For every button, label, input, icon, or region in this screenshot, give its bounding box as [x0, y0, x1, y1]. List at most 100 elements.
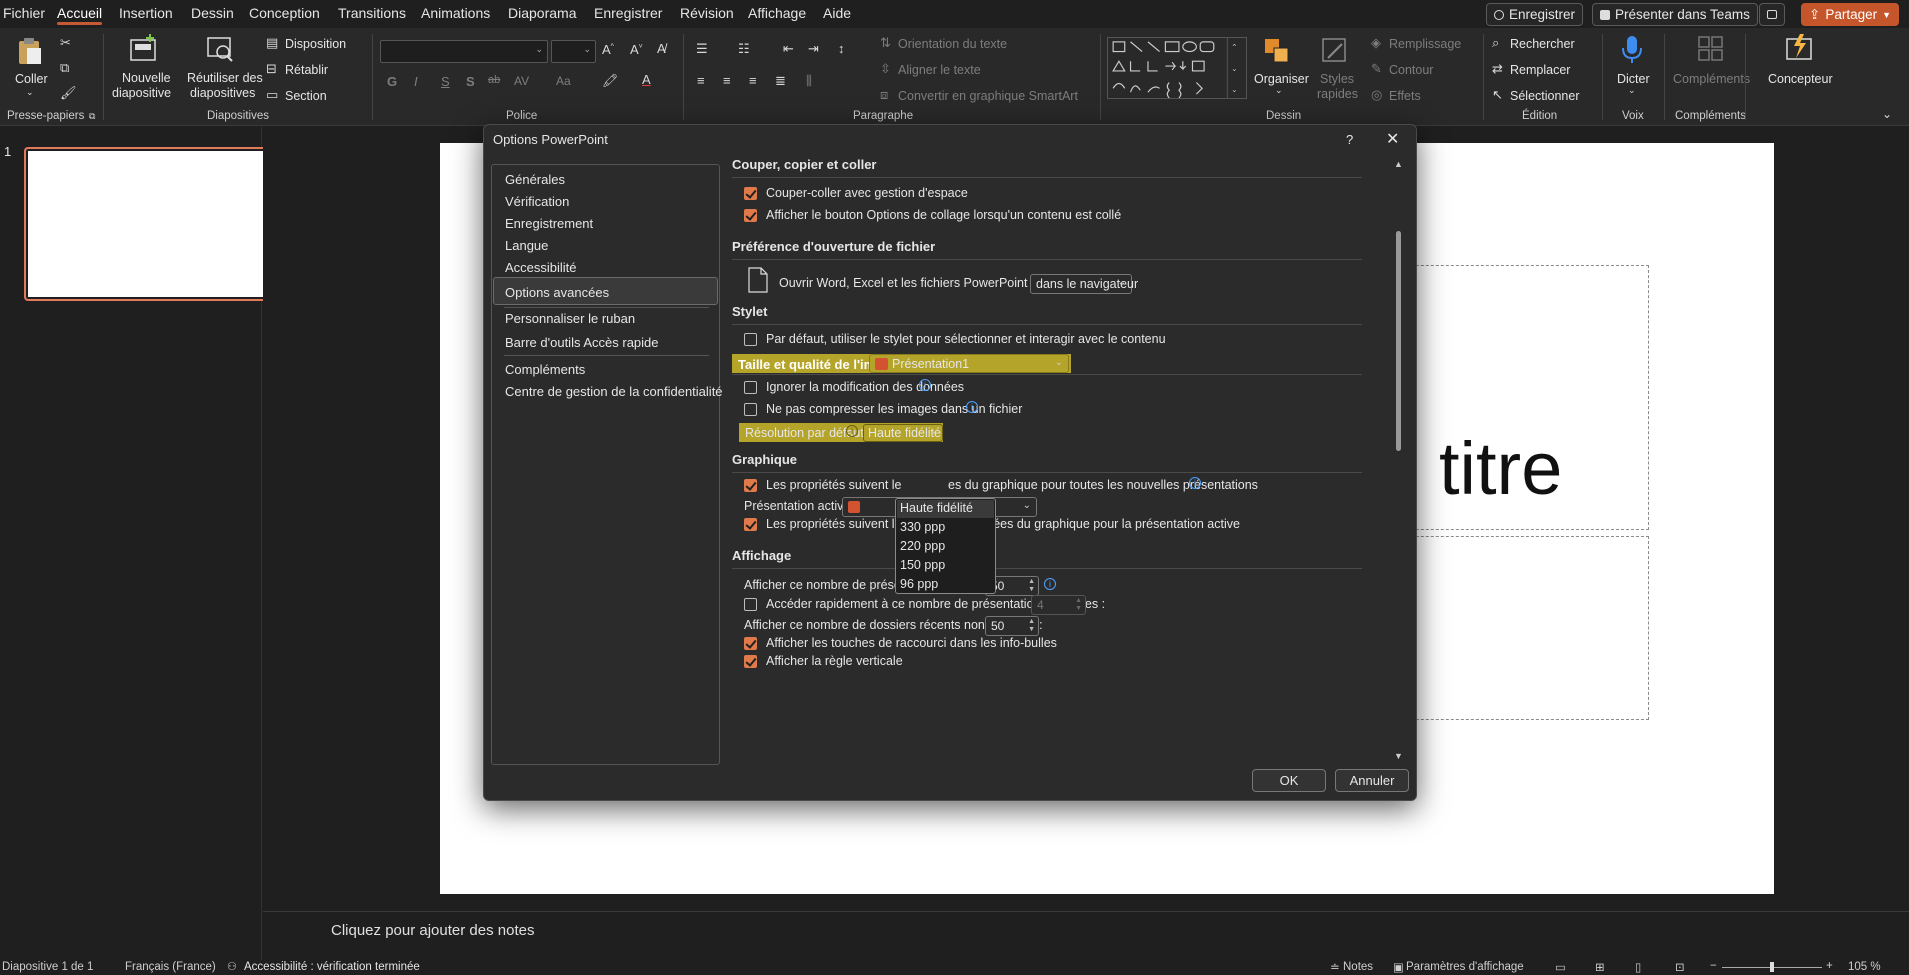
font-name-input[interactable]: ⌄: [380, 40, 548, 63]
increase-indent-icon[interactable]: ⇥: [808, 42, 819, 55]
reset-label[interactable]: Rétablir: [285, 63, 328, 77]
outline-icon[interactable]: ✎: [1371, 62, 1382, 75]
align-text-label[interactable]: Aligner le texte: [898, 63, 981, 77]
effects-label[interactable]: Effets: [1389, 89, 1421, 103]
align-center-icon[interactable]: ≡: [723, 74, 731, 87]
justify-icon[interactable]: ≣: [775, 74, 786, 87]
chevron-down-icon[interactable]: ⌄: [1628, 86, 1636, 95]
find-label[interactable]: Rechercher: [1510, 37, 1575, 51]
align-right-icon[interactable]: ≡: [749, 74, 757, 87]
menu-diaporama[interactable]: Diaporama: [508, 5, 576, 21]
language-status[interactable]: Français (France): [125, 961, 216, 973]
chart-props-new-checkbox[interactable]: [744, 479, 757, 492]
highlight-icon[interactable]: 🖍: [602, 74, 619, 87]
select-label[interactable]: Sélectionner: [1510, 89, 1580, 103]
align-left-icon[interactable]: ≡: [697, 74, 705, 87]
menu-transitions[interactable]: Transitions: [338, 5, 406, 21]
new-slide-label-2[interactable]: diapositive: [112, 86, 171, 100]
dropdown-option-high-fidelity[interactable]: Haute fidélité: [900, 501, 973, 515]
ok-button[interactable]: OK: [1252, 769, 1326, 792]
quick-access-input[interactable]: 4 ▲ ▼: [1031, 595, 1086, 615]
replace-label[interactable]: Remplacer: [1510, 63, 1570, 77]
zoom-out-icon[interactable]: −: [1710, 960, 1717, 972]
copy-icon[interactable]: ⧉: [60, 61, 69, 74]
share-button[interactable]: ⇪ Partager ▼: [1801, 3, 1900, 26]
shapes-gallery[interactable]: ⌃ ⌄ ⌄: [1107, 37, 1247, 99]
char-spacing-icon[interactable]: AV: [514, 75, 529, 87]
reset-icon[interactable]: ⊟: [266, 62, 277, 75]
quick-styles-icon[interactable]: [1320, 36, 1350, 66]
discard-edit-data-checkbox[interactable]: [744, 381, 757, 394]
chart-props-active-checkbox[interactable]: [744, 518, 757, 531]
nav-item-personnaliser-ruban[interactable]: Personnaliser le ruban: [505, 311, 635, 326]
dialog-launcher-icon[interactable]: ⧉: [89, 112, 95, 121]
font-color-icon[interactable]: A: [642, 73, 651, 86]
decrease-indent-icon[interactable]: ⇤: [783, 42, 794, 55]
search-icon[interactable]: ⌕: [1492, 36, 1499, 49]
file-open-select[interactable]: dans le navigateur ⌄: [1030, 274, 1138, 294]
replace-icon[interactable]: ⇄: [1492, 62, 1503, 75]
designer-icon[interactable]: [1784, 33, 1814, 63]
paste-icon[interactable]: [15, 36, 45, 66]
zoom-slider-thumb[interactable]: [1770, 962, 1774, 972]
smart-cut-checkbox[interactable]: [744, 187, 757, 200]
new-slide-icon[interactable]: [128, 34, 158, 64]
underline-icon[interactable]: S: [441, 75, 450, 88]
display-settings[interactable]: Paramètres d'affichage: [1406, 961, 1524, 973]
reuse-label-1[interactable]: Réutiliser des: [187, 71, 263, 85]
clear-format-icon[interactable]: A̸: [657, 42, 666, 55]
info-icon[interactable]: i: [1044, 578, 1056, 590]
menu-affichage[interactable]: Affichage: [748, 5, 806, 21]
scroll-up-icon[interactable]: ▲: [1394, 159, 1403, 169]
chevron-down-icon[interactable]: ⌄: [1275, 86, 1283, 95]
addins-label[interactable]: Compléments: [1673, 72, 1750, 86]
chevron-down-icon[interactable]: ⌄: [26, 88, 34, 97]
layout-label[interactable]: Disposition: [285, 37, 346, 51]
spin-arrows-icon[interactable]: ▲ ▼: [1075, 597, 1082, 613]
nav-item-verification[interactable]: Vérification: [505, 194, 569, 209]
info-icon[interactable]: i: [1189, 477, 1201, 489]
reuse-slides-icon[interactable]: [205, 34, 235, 64]
outline-label[interactable]: Contour: [1389, 63, 1433, 77]
no-compress-checkbox[interactable]: [744, 403, 757, 416]
paste-label[interactable]: Coller: [15, 72, 48, 86]
slide-thumbnail[interactable]: [24, 147, 297, 301]
quick-styles-label-1[interactable]: Styles: [1320, 72, 1354, 86]
section-label[interactable]: Section: [285, 89, 327, 103]
nav-item-options-avancees[interactable]: Options avancées: [505, 285, 609, 300]
vertical-ruler-checkbox[interactable]: [744, 655, 757, 668]
shadow-icon[interactable]: S: [466, 75, 475, 88]
accessibility-status[interactable]: Accessibilité : vérification terminée: [244, 961, 420, 973]
shortcut-keys-checkbox[interactable]: [744, 637, 757, 650]
menu-aide[interactable]: Aide: [823, 5, 851, 21]
normal-view-icon[interactable]: ▭: [1555, 960, 1566, 974]
font-size-input[interactable]: ⌄: [551, 40, 596, 63]
fill-icon[interactable]: ◈: [1371, 36, 1381, 49]
menu-revision[interactable]: Révision: [680, 5, 734, 21]
info-icon[interactable]: i: [919, 379, 931, 391]
arrange-label[interactable]: Organiser: [1254, 72, 1309, 86]
line-spacing-icon[interactable]: ↕: [838, 42, 845, 55]
recent-folders-input[interactable]: 50 ▲ ▼: [985, 616, 1039, 636]
spin-arrows-icon[interactable]: ▲ ▼: [1028, 618, 1035, 634]
strikethrough-icon[interactable]: ab: [488, 75, 500, 86]
dropdown-option-150[interactable]: 150 ppp: [900, 558, 945, 572]
menu-enregistrer[interactable]: Enregistrer: [594, 5, 662, 21]
cancel-button[interactable]: Annuler: [1335, 769, 1409, 792]
dictate-label[interactable]: Dicter: [1617, 72, 1650, 86]
microphone-icon[interactable]: [1617, 34, 1647, 64]
help-button[interactable]: ?: [1346, 132, 1353, 147]
arrange-icon[interactable]: [1262, 36, 1292, 66]
select-icon[interactable]: ↖: [1492, 88, 1503, 101]
reading-view-icon[interactable]: ▯: [1635, 960, 1641, 974]
dropdown-option-220[interactable]: 220 ppp: [900, 539, 945, 553]
chevron-down-icon[interactable]: ⌄: [1882, 108, 1892, 120]
zoom-in-icon[interactable]: +: [1826, 960, 1833, 972]
text-direction-label[interactable]: Orientation du texte: [898, 37, 1007, 51]
align-text-icon[interactable]: ⇳: [880, 62, 891, 75]
info-icon[interactable]: i: [966, 401, 978, 413]
nav-item-barre-acces-rapide[interactable]: Barre d'outils Accès rapide: [505, 335, 659, 350]
notes-pane[interactable]: Cliquez pour ajouter des notes: [263, 911, 1909, 959]
scrollbar-thumb[interactable]: [1396, 231, 1401, 451]
info-icon[interactable]: i: [846, 425, 858, 437]
